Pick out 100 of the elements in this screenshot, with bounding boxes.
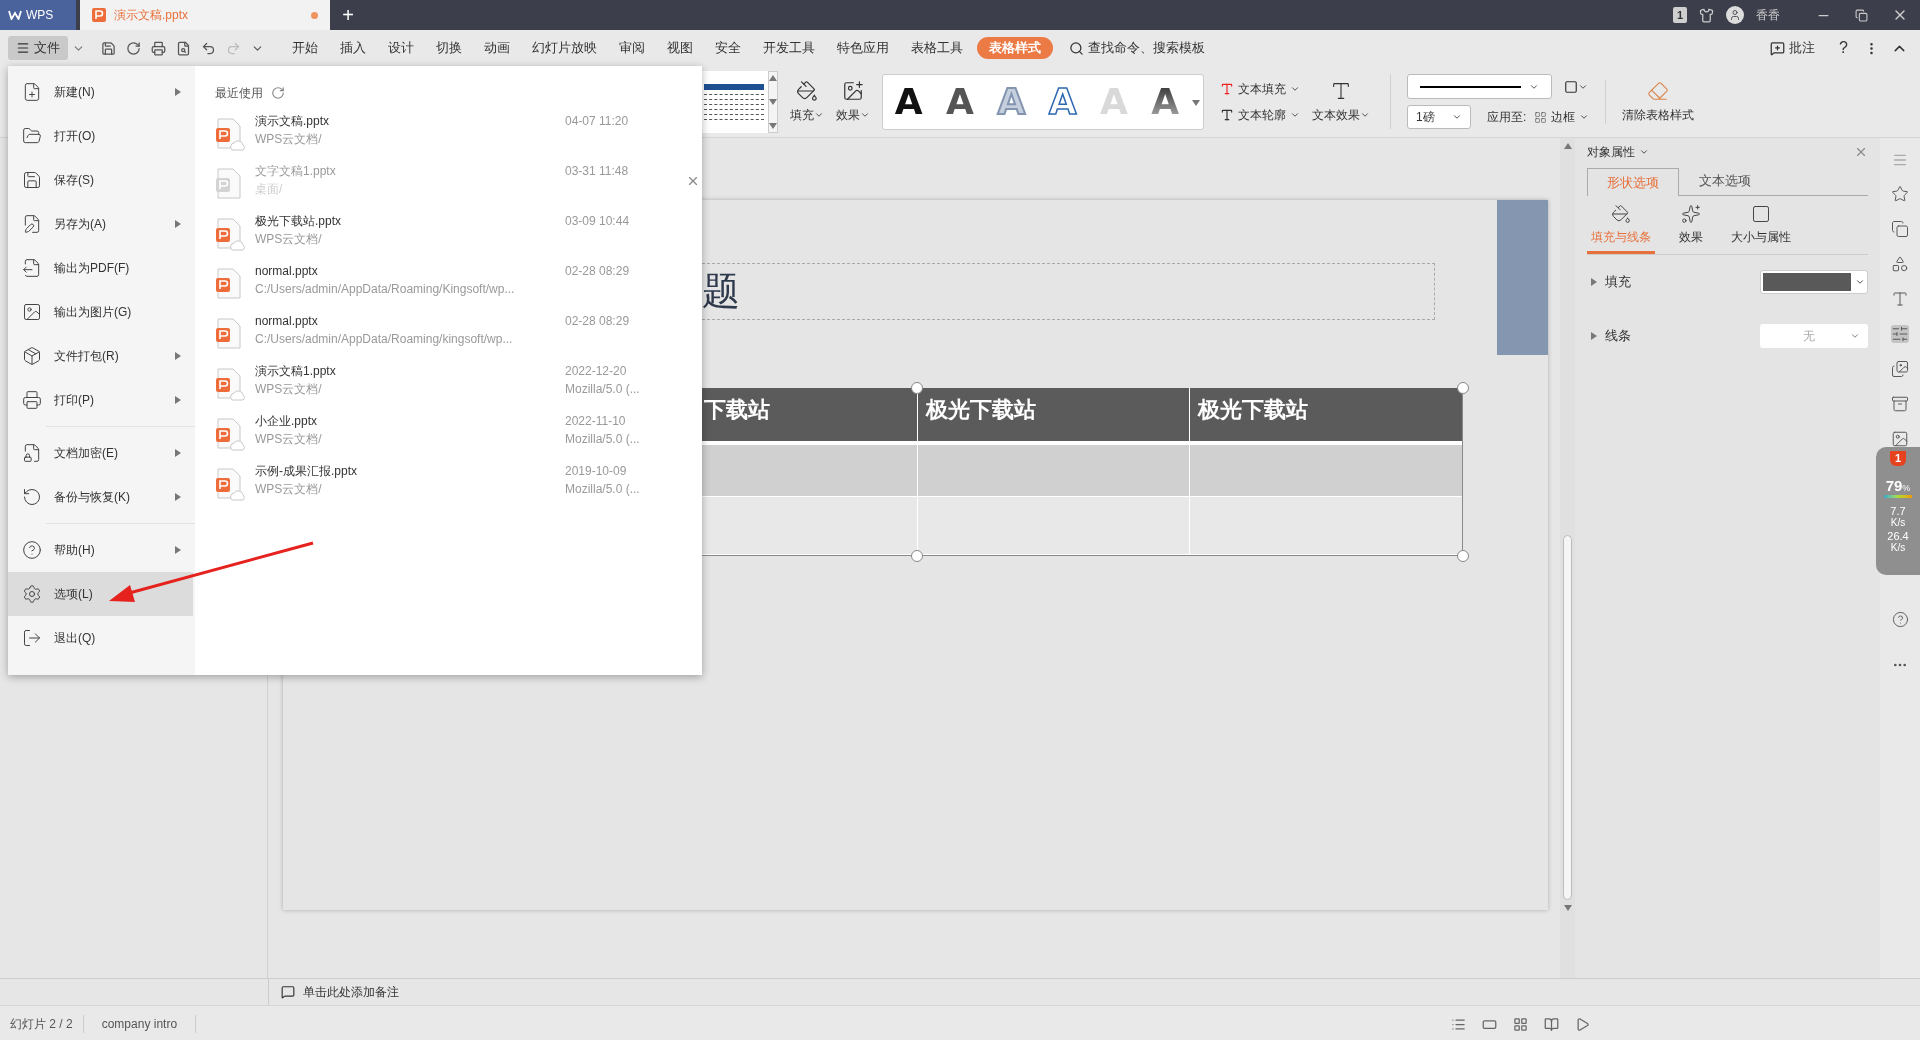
resize-handle[interactable] [911, 382, 923, 394]
line-style-dropdown[interactable] [1407, 74, 1552, 99]
sync-icon[interactable] [126, 40, 141, 56]
ribbon-tab[interactable]: 设计 [388, 38, 414, 58]
file-name: 文字文稿1.pptx [255, 163, 337, 180]
sliders-icon[interactable] [1891, 325, 1909, 343]
image-icon[interactable] [1891, 430, 1909, 448]
file-location: WPS云文档/ [255, 481, 323, 498]
menu-item[interactable]: 备份与恢复(K) [8, 475, 193, 519]
menu-item[interactable]: 输出为PDF(F) [8, 246, 193, 290]
copy-icon[interactable] [1891, 220, 1909, 238]
property-subtab[interactable]: 大小与属性 [1727, 200, 1795, 254]
title-placeholder[interactable]: 题 [702, 263, 1435, 320]
usage-meter [1884, 495, 1912, 498]
menu-item[interactable]: 文件打包(R) [8, 334, 193, 378]
gallery-scroll[interactable] [768, 70, 778, 133]
text-icon[interactable] [1891, 290, 1909, 308]
ribbon-tab[interactable]: 视图 [667, 38, 693, 58]
user-name[interactable]: 香香 [1756, 6, 1780, 24]
close-icon[interactable] [1854, 145, 1868, 159]
menu-item[interactable]: 文档加密(E) [8, 431, 193, 475]
fill-button[interactable]: 填充 [790, 79, 824, 124]
undo-icon[interactable] [201, 40, 216, 56]
play-icon[interactable] [1575, 1016, 1590, 1032]
property-label[interactable]: 线条 [1605, 326, 1760, 346]
property-label[interactable]: 填充 [1605, 272, 1760, 292]
recent-file-row[interactable]: normal.pptx C:/Users/admin/AppData/Roaming/kingsoft/wp... 02-28 08:29 [215, 312, 702, 362]
ribbon-tab[interactable]: 动画 [484, 38, 510, 58]
slide-table[interactable]: 下载站 极光下载站 极光下载站 [702, 388, 1463, 556]
line-weight-dropdown[interactable]: 1磅 [1407, 105, 1471, 129]
recent-file-row[interactable]: 示例-成果汇报.pptx WPS云文档/ 2019-10-09 Mozilla/5.0 (... [215, 462, 702, 512]
menu-item[interactable]: 输出为图片(G) [8, 290, 193, 334]
ribbon-tab[interactable]: 切换 [436, 38, 462, 58]
ribbon-tab[interactable]: 特色应用 [837, 38, 889, 58]
menu-item[interactable]: 帮助(H) [8, 528, 193, 572]
menu-item[interactable]: 新建(N) [8, 70, 193, 114]
scroll-arrow-icon [1563, 143, 1572, 149]
notes-field[interactable]: 单击此处添加备注 [303, 983, 399, 1001]
border-color-button[interactable] [1564, 79, 1588, 94]
images-icon[interactable] [1891, 360, 1909, 378]
property-subtab[interactable]: 效果 [1675, 200, 1707, 254]
text-outline-button[interactable]: 文本轮廓 [1220, 105, 1300, 124]
resize-handle[interactable] [1457, 382, 1469, 394]
ribbon-tab[interactable]: 开始 [292, 38, 318, 58]
help-icon[interactable] [1891, 611, 1909, 628]
color-dropdown[interactable] [1760, 270, 1868, 294]
exit-icon [22, 628, 42, 648]
panel-tab[interactable]: 文本选项 [1679, 167, 1771, 195]
shapes-icon[interactable] [1891, 255, 1909, 273]
recent-file-row[interactable]: 小企业.pptx WPS云文档/ 2022-11-10 Mozilla/5.0 (... [215, 412, 702, 462]
comment-button[interactable]: 批注 [1770, 38, 1816, 58]
print-preview-icon[interactable] [176, 40, 191, 56]
effect-button[interactable]: 效果 [836, 79, 870, 124]
menu-item[interactable]: 保存(S) [8, 158, 193, 202]
help-button[interactable]: ? [1839, 36, 1848, 60]
recent-file-row[interactable]: 极光下载站.pptx WPS云文档/ 03-09 10:44 [215, 212, 702, 262]
resize-handle[interactable] [1457, 550, 1469, 562]
menu-item[interactable]: 打印(P) [8, 378, 193, 422]
menu-item[interactable]: 退出(Q) [8, 616, 193, 660]
sorter-view-icon[interactable] [1513, 1016, 1528, 1032]
avatar[interactable] [1726, 6, 1744, 24]
recent-file-row[interactable]: normal.pptx C:/Users/admin/AppData/Roaming/Kingsoft/wp... 02-28 08:29 [215, 262, 702, 312]
print-icon[interactable] [151, 40, 166, 56]
ribbon-tab[interactable]: 开发工具 [763, 38, 815, 58]
remove-icon[interactable] [686, 174, 700, 188]
wordart-style[interactable]: A [894, 83, 923, 120]
notes-view-icon[interactable] [1451, 1016, 1466, 1032]
logo-icon [8, 10, 22, 20]
menu-item[interactable]: 另存为(A) [8, 202, 193, 246]
save-icon[interactable] [101, 40, 116, 56]
restore-icon[interactable] [1855, 8, 1868, 22]
ribbon-tab[interactable]: 幻灯片放映 [532, 38, 597, 58]
ribbon-tab[interactable]: 表格工具 [911, 38, 963, 58]
file-menu-button[interactable]: 文件 [8, 36, 68, 60]
text-fill-button[interactable]: 文本填充 [1220, 79, 1300, 98]
wordart-style[interactable]: A [946, 83, 974, 120]
wordart-style[interactable]: A [1048, 83, 1077, 120]
ribbon-tab[interactable]: 审阅 [619, 38, 645, 58]
download-speed: 26.4 [1887, 531, 1909, 542]
home-tab[interactable]: WPS [0, 0, 76, 30]
new-tab-button[interactable]: + [330, 0, 366, 30]
star-icon[interactable] [1891, 185, 1909, 203]
archive-icon[interactable] [1891, 395, 1909, 413]
recent-file-row[interactable]: 演示文稿1.pptx WPS云文档/ 2022-12-20 Mozilla/5.0 (... [215, 362, 702, 412]
menu-item[interactable]: 打开(O) [8, 114, 193, 158]
shirt-icon[interactable] [1699, 7, 1714, 23]
clear-table-style-button[interactable]: 清除表格样式 [1605, 79, 1695, 124]
ribbon-tab[interactable]: 插入 [340, 38, 366, 58]
search-field[interactable]: 查找命令、搜索模板 [1069, 38, 1205, 58]
scrollbar-thumb[interactable] [1563, 535, 1572, 900]
table-style-gallery[interactable] [702, 70, 768, 133]
menu-item[interactable]: 选项(L) [8, 572, 193, 616]
panel-title[interactable]: 对象属性 [1587, 143, 1649, 161]
file-location: WPS云文档/ [255, 131, 323, 148]
recent-file-row[interactable]: 演示文稿.pptx WPS云文档/ 04-07 11:20 [215, 112, 702, 162]
text-effect-button[interactable]: 文本效果 [1312, 79, 1370, 124]
border-button[interactable]: 边框 [1534, 108, 1590, 126]
refresh-icon[interactable] [271, 86, 285, 100]
reading-view-icon[interactable] [1544, 1016, 1559, 1032]
ribbon-tab[interactable]: 安全 [715, 38, 741, 58]
